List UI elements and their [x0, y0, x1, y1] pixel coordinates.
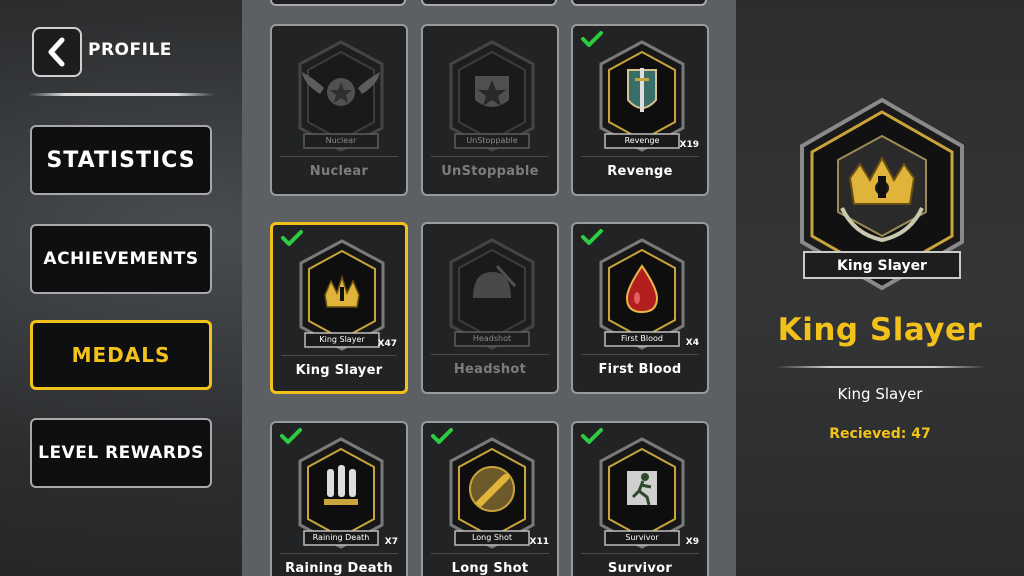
page-title: PROFILE [88, 40, 172, 60]
king-slayer-medal-large: King Slayer [800, 97, 964, 291]
card-separator [431, 156, 549, 157]
medal-card[interactable]: UnStoppable UnStoppable [421, 24, 559, 196]
nav-achievements[interactable]: ACHIEVEMENTS [30, 224, 212, 294]
detail-description: King Slayer [837, 385, 923, 403]
medal-ribbon-text: Revenge [624, 136, 660, 145]
card-stub [421, 0, 557, 6]
medal-count: X19 [679, 140, 699, 150]
medal-card[interactable]: First Blood X4 First Blood [571, 222, 709, 394]
card-separator [280, 553, 398, 554]
detail-title: King Slayer [777, 312, 983, 348]
medal-ribbon-text: Raining Death [312, 533, 370, 542]
medal-name: Survivor [607, 561, 673, 576]
medal-ribbon-text: Survivor [625, 533, 659, 542]
detail-divider [776, 366, 986, 368]
medal-name: UnStoppable [441, 164, 539, 179]
medal-ribbon-text: Headshot [472, 334, 512, 343]
card-separator [431, 354, 549, 355]
medal-ribbon-text: First Blood [621, 334, 663, 343]
medal-name: Raining Death [285, 561, 393, 576]
medal-name: Long Shot [451, 561, 529, 576]
nav-medals[interactable]: MEDALS [30, 320, 212, 390]
card-separator [280, 156, 398, 157]
nav-level-rewards[interactable]: LEVEL REWARDS [30, 418, 212, 488]
medal-card[interactable]: Raining Death X7 Raining Death [270, 421, 408, 576]
medal-count: X4 [685, 338, 699, 348]
medal-card[interactable]: Headshot Headshot [421, 222, 559, 394]
card-separator [281, 355, 397, 356]
medal-name: Headshot [453, 362, 527, 377]
card-separator [581, 553, 699, 554]
medal-ribbon-text: Long Shot [471, 533, 513, 542]
medal-name: First Blood [598, 362, 682, 377]
medal-detail-panel: King Slayer King Slayer King Slayer Reci… [736, 0, 1024, 576]
medal-card[interactable]: Nuclear Nuclear [270, 24, 408, 196]
nav-statistics[interactable]: STATISTICS [30, 125, 212, 195]
detail-ribbon-text: King Slayer [837, 258, 927, 274]
medal-name: King Slayer [295, 363, 383, 378]
medal-card[interactable]: Revenge X19 Revenge [571, 24, 709, 196]
left-panel: PROFILE STATISTICS ACHIEVEMENTS MEDALS L… [0, 0, 242, 576]
medal-card[interactable]: Long Shot X11 Long Shot [421, 421, 559, 576]
medal-ribbon-text: UnStoppable [466, 136, 518, 145]
medal-name: Nuclear [309, 164, 369, 179]
crown-icon [848, 155, 916, 205]
medal-ribbon-text: King Slayer [319, 335, 365, 344]
detail-received-count: Recieved: 47 [829, 426, 931, 442]
medal-name: Revenge [607, 164, 673, 179]
medal-card[interactable]: King Slayer X47 King Slayer [270, 222, 408, 394]
medal-ribbon-text: Nuclear [325, 136, 357, 145]
card-stub [270, 0, 406, 6]
card-stub [571, 0, 707, 6]
medal-count: X47 [377, 339, 397, 349]
card-separator [581, 156, 699, 157]
divider [28, 93, 214, 96]
back-button[interactable] [32, 27, 82, 77]
medal-card[interactable]: Survivor X9 Survivor [571, 421, 709, 576]
medal-count: X11 [529, 537, 549, 547]
chevron-left-icon [48, 37, 65, 67]
medal-count: X7 [384, 537, 398, 547]
card-separator [431, 553, 549, 554]
card-separator [581, 354, 699, 355]
medal-count: X9 [685, 537, 699, 547]
